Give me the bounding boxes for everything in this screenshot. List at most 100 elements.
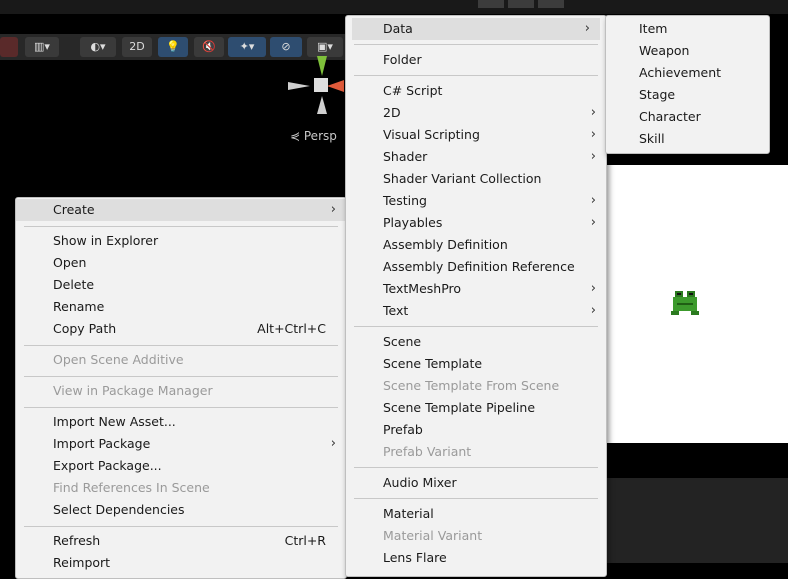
menu-item-label: Assembly Definition [383, 237, 508, 252]
menu-item-shader-variant-collection[interactable]: Shader Variant Collection [346, 168, 606, 190]
menu-item-visual-scripting[interactable]: Visual Scripting › [346, 124, 606, 146]
menu-item-copy-path[interactable]: Copy Path Alt+Ctrl+C [16, 318, 346, 340]
menu-item-label: Open [53, 255, 87, 270]
chevron-right-icon: › [330, 202, 336, 217]
menu-item-testing[interactable]: Testing › [346, 190, 606, 212]
menu-item-prefab-variant: Prefab Variant [346, 441, 606, 463]
menu-item-label: Select Dependencies [53, 502, 185, 517]
menu-item-prefab[interactable]: Prefab [346, 419, 606, 441]
lighting-icon[interactable]: 💡 [158, 37, 188, 57]
menu-item-delete[interactable]: Delete [16, 274, 346, 296]
menu-shortcut: Ctrl+R [284, 533, 326, 548]
game-view[interactable] [604, 165, 788, 443]
menu-item-label: Reimport [53, 555, 111, 570]
gizmo-center-icon [314, 78, 328, 92]
menu-item-achievement[interactable]: Achievement [606, 62, 769, 84]
menu-item-playables[interactable]: Playables › [346, 212, 606, 234]
menu-item-refresh[interactable]: Refresh Ctrl+R [16, 530, 346, 552]
menu-item-assembly-definition[interactable]: Assembly Definition [346, 234, 606, 256]
menu-item-rename[interactable]: Rename [16, 296, 346, 318]
top-bar [0, 0, 788, 14]
menu-item-scene-template[interactable]: Scene Template [346, 353, 606, 375]
menu-item-label: Scene [383, 334, 422, 349]
menu-item-import-package[interactable]: Import Package › [16, 433, 346, 455]
menu-item-audio-mixer[interactable]: Audio Mixer [346, 472, 606, 494]
gizmo-y-axis-icon [317, 56, 327, 76]
menu-item-label: Assembly Definition Reference [383, 259, 575, 274]
chevron-right-icon: › [590, 149, 596, 164]
menu-item-csharp-script[interactable]: C# Script [346, 80, 606, 102]
menu-divider [24, 376, 338, 377]
menu-item-view-in-package-manager: View in Package Manager [16, 380, 346, 402]
draw-mode-button[interactable]: ◐▾ [80, 37, 116, 57]
menu-item-text[interactable]: Text › [346, 300, 606, 322]
shading-mode-button[interactable] [0, 37, 18, 57]
menu-item-textmeshpro[interactable]: TextMeshPro › [346, 278, 606, 300]
menu-item-material[interactable]: Material [346, 503, 606, 525]
menu-item-stage[interactable]: Stage [606, 84, 769, 106]
project-context-menu: Create › Show in Explorer Open Delete Ren… [15, 197, 347, 579]
menu-item-lens-flare[interactable]: Lens Flare [346, 547, 606, 569]
mode-2d-button[interactable]: 2D [122, 37, 152, 57]
menu-item-assembly-definition-reference[interactable]: Assembly Definition Reference [346, 256, 606, 278]
menu-item-label: Import Package [53, 436, 151, 451]
menu-item-weapon[interactable]: Weapon [606, 40, 769, 62]
menu-item-label: Lens Flare [383, 550, 447, 565]
menu-item-create[interactable]: Create › [16, 199, 346, 221]
menu-item-label: Character [639, 109, 701, 124]
menu-item-label: Material Variant [383, 528, 483, 543]
menu-item-show-in-explorer[interactable]: Show in Explorer [16, 230, 346, 252]
menu-item-label: Testing [383, 193, 427, 208]
persp-label: Persp [303, 129, 337, 143]
menu-item-data[interactable]: Data › [352, 18, 600, 40]
persp-toggle[interactable]: ⋞ Persp [290, 129, 337, 143]
menu-divider [24, 407, 338, 408]
menu-item-folder[interactable]: Folder [346, 49, 606, 71]
create-submenu: Data › Folder C# Script 2D › Visual Script… [345, 15, 607, 577]
gizmo-x-axis-icon [327, 80, 344, 92]
menu-item-item[interactable]: Item [606, 18, 769, 40]
chevron-right-icon: › [590, 303, 596, 318]
menu-item-label: Item [639, 21, 668, 36]
menu-item-label: Open Scene Additive [53, 352, 184, 367]
menu-item-import-new-asset[interactable]: Import New Asset... [16, 411, 346, 433]
menu-divider [354, 498, 598, 499]
audio-mute-icon[interactable]: 🔇 [194, 37, 224, 57]
menu-item-skill[interactable]: Skill [606, 128, 769, 150]
step-button[interactable] [538, 0, 564, 8]
menu-item-reimport[interactable]: Reimport [16, 552, 346, 574]
menu-item-shader[interactable]: Shader › [346, 146, 606, 168]
chevron-right-icon: › [590, 281, 596, 296]
audio-waveform-button[interactable]: ▥▾ [25, 37, 59, 57]
menu-item-label: Show in Explorer [53, 233, 159, 248]
chevron-right-icon: › [330, 436, 336, 451]
chevron-right-icon: › [584, 21, 590, 36]
menu-item-find-references: Find References In Scene [16, 477, 346, 499]
menu-item-label: Playables [383, 215, 443, 230]
pause-button[interactable] [508, 0, 534, 8]
menu-item-character[interactable]: Character [606, 106, 769, 128]
menu-item-select-dependencies[interactable]: Select Dependencies [16, 499, 346, 521]
menu-item-export-package[interactable]: Export Package... [16, 455, 346, 477]
menu-item-label: C# Script [383, 83, 443, 98]
menu-item-label: View in Package Manager [53, 383, 213, 398]
chevron-right-icon: › [590, 193, 596, 208]
menu-item-open[interactable]: Open [16, 252, 346, 274]
menu-item-scene[interactable]: Scene [346, 331, 606, 353]
menu-divider [354, 75, 598, 76]
gizmo-neg-y-icon [317, 96, 327, 114]
play-button[interactable] [478, 0, 504, 8]
menu-item-label: Folder [383, 52, 422, 67]
frog-sprite [671, 291, 699, 315]
effects-button[interactable]: ✦▾ [228, 37, 266, 57]
menu-item-scene-template-pipeline[interactable]: Scene Template Pipeline [346, 397, 606, 419]
menu-item-label: Create [53, 202, 95, 217]
menu-item-label: TextMeshPro [383, 281, 462, 296]
menu-item-2d[interactable]: 2D › [346, 102, 606, 124]
menu-item-label: Rename [53, 299, 105, 314]
menu-item-label: Shader [383, 149, 428, 164]
menu-item-scene-template-from-scene: Scene Template From Scene [346, 375, 606, 397]
menu-item-label: 2D [383, 105, 401, 120]
menu-item-label: Material [383, 506, 434, 521]
menu-item-label: Export Package... [53, 458, 162, 473]
